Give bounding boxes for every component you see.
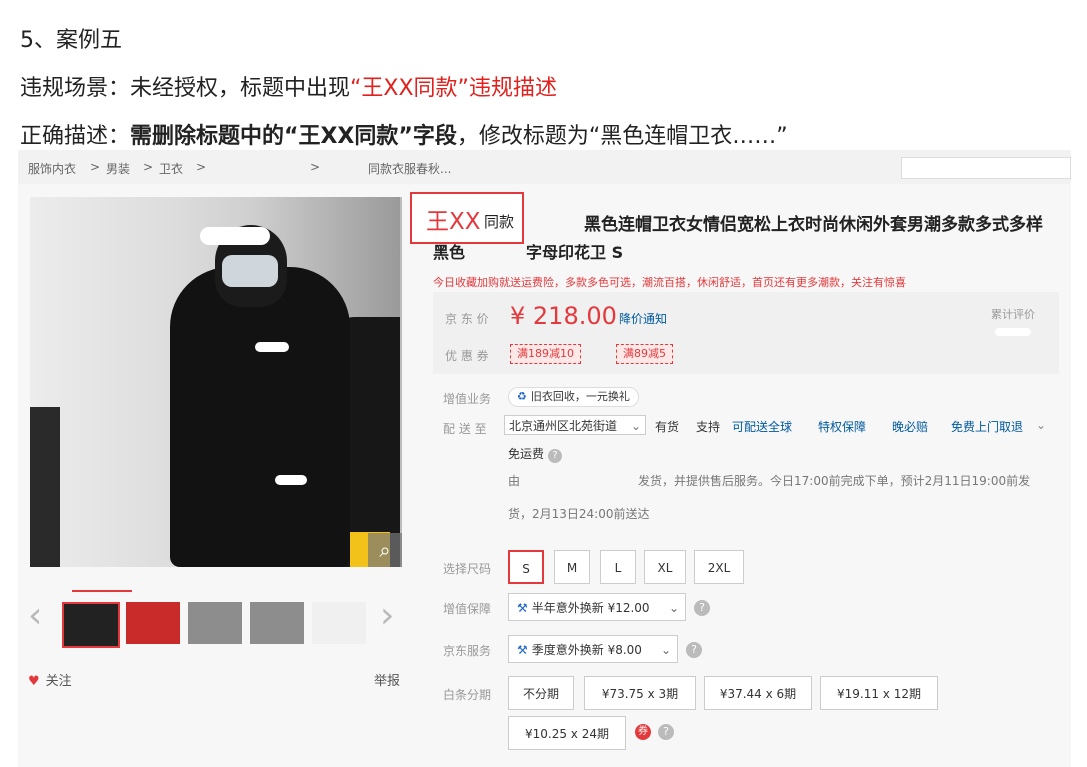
chevron-down-icon: ⌄: [668, 601, 679, 615]
product-title-line2b: 字母印花卫 S: [526, 243, 624, 262]
address-select[interactable]: 北京通州区北苑街道 ⌄: [504, 415, 646, 435]
link-free-pickup[interactable]: 免费上门取退: [951, 418, 1023, 435]
stock-status: 有货: [655, 420, 680, 434]
title-highlight-box: 王XX 同款: [410, 192, 524, 244]
chevron-down-icon: ⌄: [630, 419, 641, 433]
question-icon[interactable]: ?: [658, 724, 674, 740]
privacy-mask: [200, 227, 270, 245]
installment-option-3[interactable]: ¥73.75 x 3期: [584, 676, 696, 710]
question-icon[interactable]: ?: [548, 449, 563, 463]
breadcrumb-search-box[interactable]: [901, 157, 1071, 179]
breadcrumb-item-hoodie[interactable]: 卫衣: [159, 160, 183, 177]
correct-suffix: ，修改标题为“黑色连帽卫衣……”: [456, 124, 788, 149]
breadcrumb-item-apparel[interactable]: 服饰内衣: [28, 160, 76, 177]
delivery-label: 配 送 至: [443, 422, 487, 436]
coupon-label: 优 惠 券: [445, 349, 489, 363]
size-option-s[interactable]: S: [508, 550, 544, 584]
tradein-label: 增值业务: [443, 392, 492, 406]
breadcrumb-item-menswear[interactable]: 男装: [106, 160, 130, 177]
scenario-violation-text: “王XX同款”违规描述: [350, 76, 557, 101]
review-count[interactable]: 累计评价: [985, 306, 1041, 336]
promo-text: 今日收藏加购就送运费险，多款多色可选，潮流百搭，休闲舒适，首页还有更多潮款，关注…: [433, 276, 906, 289]
product-page-screenshot: 服饰内衣 > 男装 > 卫衣 > > 同款衣服春秋... ⌕ ‹ › ♥ 关注 举…: [18, 150, 1071, 767]
product-title-line2a: 黑色: [433, 243, 466, 262]
size-option-m[interactable]: M: [554, 550, 590, 584]
breadcrumb-sep: >: [143, 160, 154, 174]
chevron-down-icon: ⌄: [660, 643, 671, 657]
chevron-left-icon[interactable]: ‹: [28, 595, 42, 636]
link-late-compensation[interactable]: 晚必赔: [892, 418, 928, 435]
tool-icon: ⚒: [517, 601, 528, 615]
price-value: ¥ 218.00: [510, 302, 617, 330]
chevron-down-icon[interactable]: ⌄: [1036, 418, 1046, 432]
privacy-mask: [255, 342, 289, 352]
zoom-icon[interactable]: ⌕: [368, 533, 402, 567]
jd-service-label: 京东服务: [443, 644, 492, 658]
size-option-xl[interactable]: XL: [644, 550, 686, 584]
installment-option-6[interactable]: ¥37.44 x 6期: [704, 676, 812, 710]
heart-icon: ♥: [28, 674, 40, 689]
installment-label: 白条分期: [443, 688, 492, 702]
chevron-right-icon[interactable]: ›: [380, 595, 394, 636]
question-icon[interactable]: ?: [686, 642, 702, 658]
privacy-mask: [275, 475, 307, 485]
price-panel: 京 东 价 ¥ 218.00 降价通知 优 惠 券 满189减10 满89减5 …: [433, 292, 1059, 374]
coupon-badge[interactable]: 满89减5: [616, 344, 673, 364]
recycle-icon: ♻: [517, 390, 527, 403]
tradein-badge[interactable]: ♻ 旧衣回收，一元换礼: [508, 387, 639, 407]
question-icon[interactable]: ?: [694, 600, 710, 616]
size-label: 选择尺码: [443, 562, 492, 576]
breadcrumb: 服饰内衣 > 男装 > 卫衣 > > 同款衣服春秋...: [18, 150, 1071, 184]
breadcrumb-sep: >: [90, 160, 101, 174]
installment-promo-icon[interactable]: 券: [635, 724, 651, 740]
thumbnail[interactable]: [312, 602, 366, 644]
coupon-badge[interactable]: 满189减10: [510, 344, 581, 364]
size-option-l[interactable]: L: [600, 550, 636, 584]
link-privilege[interactable]: 特权保障: [818, 418, 866, 435]
title-highlight-suffix: 同款: [484, 213, 515, 231]
support-label: 支持: [696, 420, 721, 434]
follow-button[interactable]: ♥ 关注: [28, 670, 72, 689]
correct-prefix: 正确描述：: [20, 124, 131, 149]
correct-bold-text: 需删除标题中的“王XX同款”字段: [130, 124, 457, 149]
installment-option-24[interactable]: ¥10.25 x 24期: [508, 716, 626, 750]
thumbnail[interactable]: [62, 602, 120, 648]
price-label: 京 东 价: [445, 312, 489, 326]
title-highlight: 王XX: [426, 209, 481, 235]
free-shipping: 免运费?: [508, 445, 563, 463]
breadcrumb-sep: >: [310, 160, 321, 174]
case-title: 5、案例五: [20, 28, 122, 53]
installment-option-none[interactable]: 不分期: [508, 676, 574, 710]
breadcrumb-item-shop[interactable]: 同款衣服春秋...: [368, 160, 451, 177]
thumbnail[interactable]: [250, 602, 304, 644]
thumbnail[interactable]: [126, 602, 180, 644]
thumbnail-strip: ‹ ›: [28, 590, 408, 650]
value-protect-select[interactable]: ⚒ 半年意外换新 ¥12.00 ⌄: [508, 593, 686, 621]
shipping-info: 由发货，并提供售后服务。今日17:00前完成下单，预计2月11日19:00前发: [508, 474, 1031, 488]
link-global-delivery[interactable]: 可配送全球: [732, 418, 792, 435]
jd-service-select[interactable]: ⚒ 季度意外换新 ¥8.00 ⌄: [508, 635, 678, 663]
size-option-2xl[interactable]: 2XL: [694, 550, 744, 584]
price-notify-link[interactable]: 降价通知: [619, 310, 667, 327]
scenario-line: 违规场景：未经授权，标题中出现“王XX同款”违规描述: [20, 70, 557, 102]
report-link[interactable]: 举报: [374, 670, 400, 689]
model-figure: [170, 267, 350, 567]
value-protect-label: 增值保障: [443, 602, 492, 616]
shipping-info-cont: 货，2月13日24:00前送达: [508, 507, 650, 521]
correct-line: 正确描述：需删除标题中的“王XX同款”字段，修改标题为“黑色连帽卫衣……”: [20, 118, 788, 150]
scenario-prefix: 违规场景：未经授权，标题中出现: [20, 76, 351, 101]
breadcrumb-sep: >: [196, 160, 207, 174]
thumbnail[interactable]: [188, 602, 242, 644]
product-title: 黑色连帽卫衣女情侣宽松上衣时尚休闲外套男潮多款多式多样: [584, 215, 1043, 235]
installment-option-12[interactable]: ¥19.11 x 12期: [820, 676, 938, 710]
product-main-image[interactable]: ⌕: [30, 197, 402, 567]
tool-icon: ⚒: [517, 643, 528, 657]
